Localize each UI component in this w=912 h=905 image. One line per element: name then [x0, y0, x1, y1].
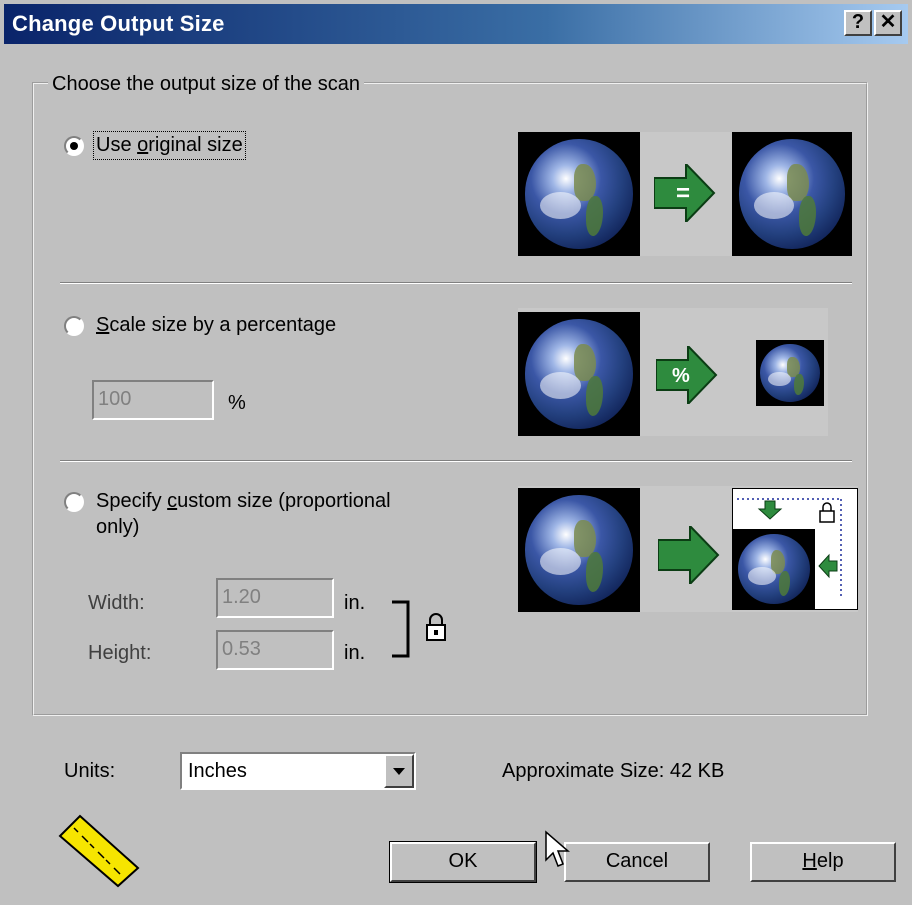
label-part: riginal size	[148, 134, 243, 156]
custom-arrow-icon	[658, 526, 720, 584]
cancel-button[interactable]: Cancel	[564, 842, 710, 882]
groupbox-legend: Choose the output size of the scan	[48, 73, 364, 96]
earth-icon	[518, 312, 640, 436]
custom-size-preview	[518, 486, 858, 612]
mouse-cursor-icon	[545, 830, 570, 867]
custom-size-radio[interactable]	[64, 492, 84, 512]
separator	[60, 460, 852, 462]
height-label: Height:	[88, 642, 152, 664]
cloud	[753, 191, 795, 219]
help-icon[interactable]: ?	[844, 10, 872, 36]
earth-icon	[518, 488, 640, 612]
cloud	[539, 371, 582, 399]
units-selected-value: Inches	[188, 760, 247, 782]
earth-icon	[518, 132, 640, 256]
height-unit-label: in.	[344, 642, 366, 664]
width-input[interactable]: 1.20	[216, 578, 334, 618]
arrow-symbol: %	[672, 365, 690, 387]
window-title: Change Output Size	[12, 11, 225, 36]
scale-percentage-label[interactable]: Scale size by a percentage	[96, 314, 336, 337]
radio-selected-dot	[70, 142, 78, 150]
change-output-size-dialog: Change Output Size ? ✕ Choose the output…	[0, 0, 912, 905]
label-part: Specify	[96, 490, 168, 512]
original-size-preview: =	[518, 132, 852, 256]
ok-button[interactable]: OK	[389, 841, 537, 883]
label-accelerator: S	[96, 314, 110, 336]
scale-percentage-radio[interactable]	[64, 316, 84, 336]
width-label: Width:	[88, 592, 145, 614]
units-dropdown[interactable]: Inches	[180, 752, 416, 790]
percentage-input[interactable]: 100	[92, 380, 214, 420]
label-accelerator: o	[137, 134, 149, 156]
cloud	[539, 547, 582, 575]
cloud	[747, 567, 776, 585]
equals-arrow-icon: =	[654, 164, 716, 222]
label-part: cale size by a percentage	[109, 314, 337, 336]
close-icon[interactable]: ✕	[874, 10, 902, 36]
help-label-rest: elp	[816, 850, 844, 872]
title-bar[interactable]: Change Output Size ? ✕	[4, 4, 908, 44]
earth-icon	[733, 529, 815, 609]
custom-size-label[interactable]: Specify custom size (proportional	[96, 490, 391, 513]
use-original-size-radio[interactable]	[64, 136, 84, 156]
use-original-size-label[interactable]: Use original size	[93, 131, 246, 160]
percentage-preview: %	[518, 308, 828, 436]
chevron-down-icon[interactable]	[384, 754, 414, 788]
width-unit-label: in.	[344, 592, 366, 614]
lock-icon[interactable]	[424, 612, 448, 642]
label-accelerator: c	[167, 490, 178, 512]
help-button[interactable]: Help	[750, 842, 896, 882]
earth-icon	[756, 340, 824, 406]
percent-arrow-icon: %	[656, 346, 718, 404]
separator	[60, 282, 852, 284]
height-input[interactable]: 0.53	[216, 630, 334, 670]
earth-icon	[732, 132, 852, 256]
custom-size-label-line2: only)	[96, 516, 140, 538]
arrow-symbol: =	[676, 180, 690, 207]
percent-unit-label: %	[228, 392, 246, 414]
cloud	[539, 191, 582, 219]
label-part: Use	[96, 134, 138, 156]
proportional-bracket	[392, 600, 410, 658]
approximate-size-text: Approximate Size: 42 KB	[502, 760, 725, 782]
custom-frame	[732, 488, 858, 610]
help-accelerator: H	[802, 850, 817, 872]
chevron-down-glyph	[393, 768, 405, 775]
ruler-icon	[58, 814, 140, 888]
units-label: Units:	[64, 760, 116, 782]
label-part: ustom size (proportional	[177, 490, 391, 512]
